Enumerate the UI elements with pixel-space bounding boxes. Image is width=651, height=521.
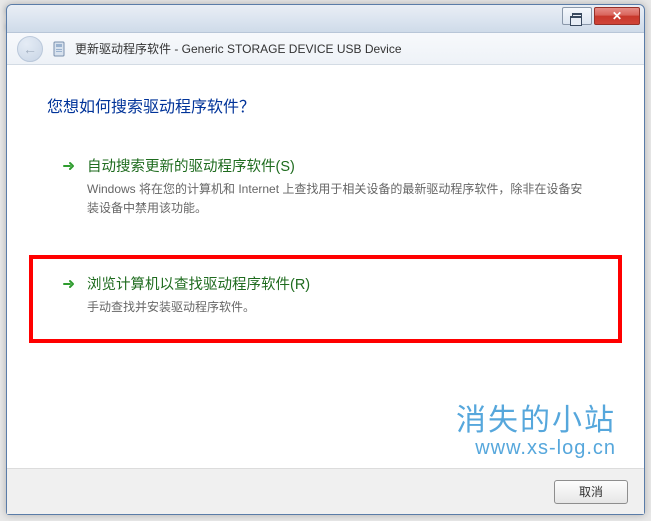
header-bar: ← 更新驱动程序软件 - Generic STORAGE DEVICE USB … [7, 33, 644, 65]
option-desc: 手动查找并安装驱动程序软件。 [87, 298, 590, 317]
device-icon [51, 41, 67, 57]
option-body: 浏览计算机以查找驱动程序软件(R) 手动查找并安装驱动程序软件。 [87, 273, 590, 317]
content-area: 您想如何搜索驱动程序软件？ 自动搜索更新的驱动程序软件(S) Windows 将… [7, 65, 644, 468]
option-desc: Windows 将在您的计算机和 Internet 上查找用于相关设备的最新驱动… [87, 180, 590, 217]
back-arrow-icon: ← [23, 41, 37, 57]
option-auto-search[interactable]: 自动搜索更新的驱动程序软件(S) Windows 将在您的计算机和 Intern… [47, 145, 604, 231]
watermark-url: www.xs-log.cn [456, 437, 616, 460]
watermark: 消失的小站 www.xs-log.cn [456, 395, 616, 460]
back-button[interactable]: ← [17, 36, 43, 62]
option-body: 自动搜索更新的驱动程序软件(S) Windows 将在您的计算机和 Intern… [87, 155, 590, 217]
titlebar: ✕ [7, 5, 644, 33]
watermark-text: 消失的小站 [456, 395, 616, 439]
option-title: 浏览计算机以查找驱动程序软件(R) [87, 273, 590, 294]
close-button[interactable]: ✕ [594, 7, 640, 25]
restore-icon [572, 13, 582, 20]
option-title: 自动搜索更新的驱动程序软件(S) [87, 155, 590, 176]
header-title: 更新驱动程序软件 - Generic STORAGE DEVICE USB De… [75, 40, 402, 57]
page-heading: 您想如何搜索驱动程序软件？ [47, 93, 604, 117]
dialog-window: ✕ ← 更新驱动程序软件 - Generic STORAGE DEVICE US… [6, 4, 645, 515]
arrow-right-icon [61, 276, 77, 297]
arrow-right-icon [61, 158, 77, 179]
option-browse-computer[interactable]: 浏览计算机以查找驱动程序软件(R) 手动查找并安装驱动程序软件。 [29, 255, 622, 343]
cancel-button[interactable]: 取消 [554, 480, 628, 504]
footer-bar: 取消 [7, 468, 644, 514]
close-icon: ✕ [612, 9, 622, 23]
maximize-button[interactable] [562, 7, 592, 25]
